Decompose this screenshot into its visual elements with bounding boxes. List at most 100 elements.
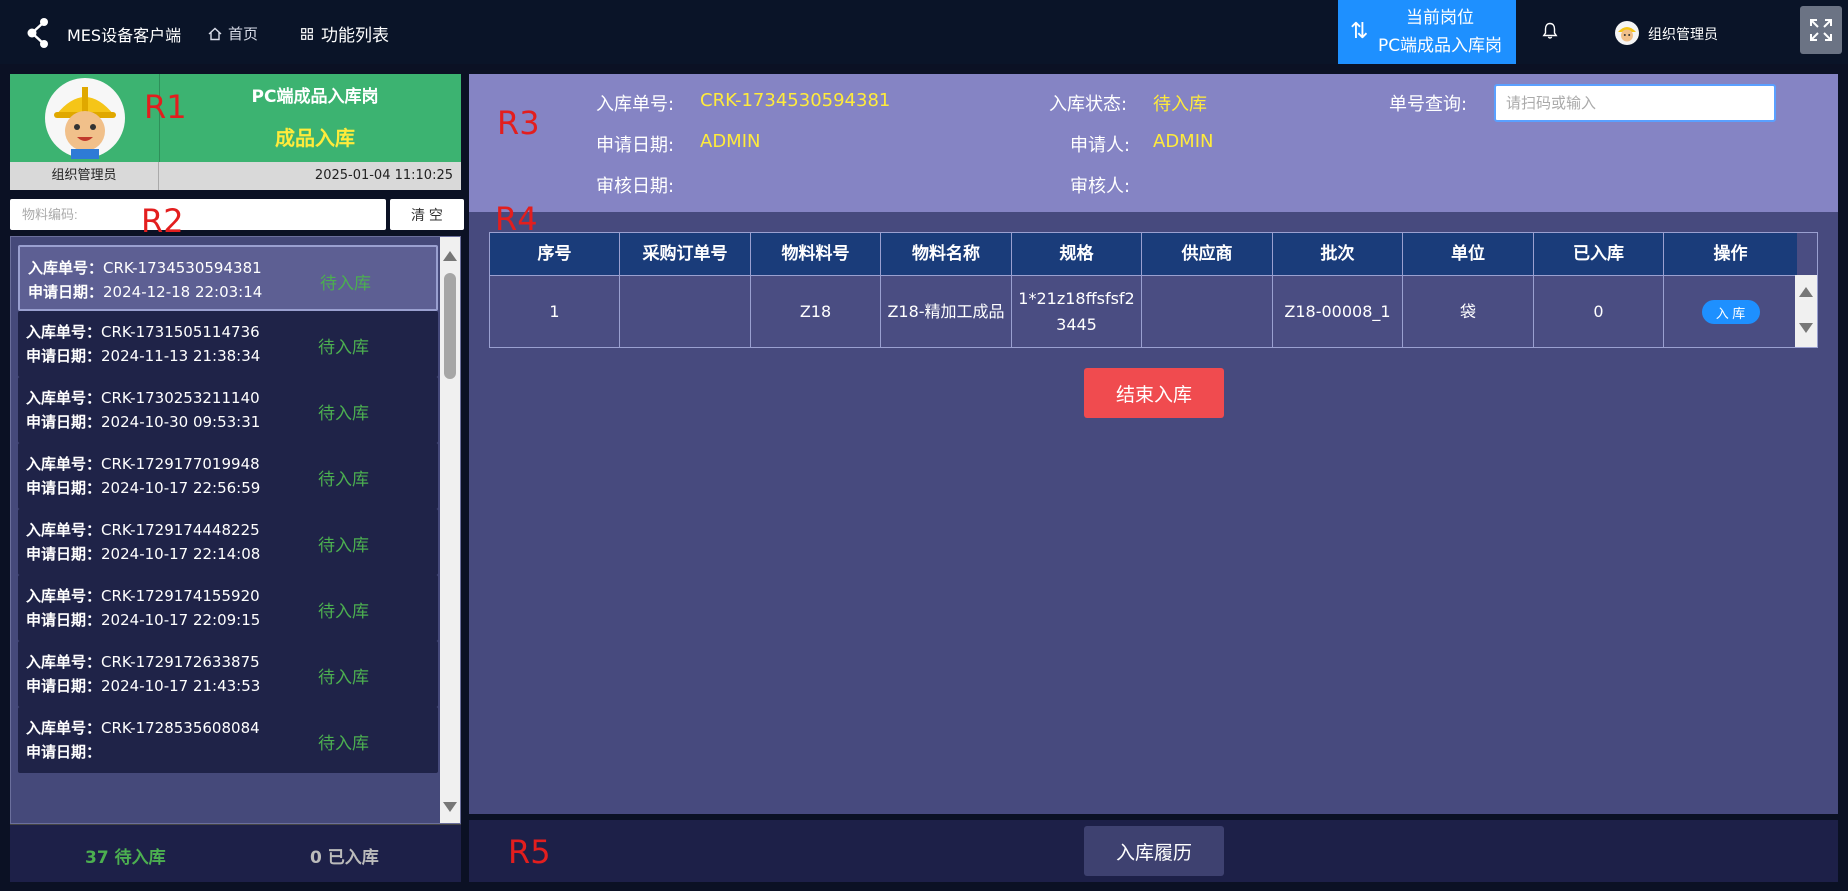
fullscreen-button[interactable]: [1800, 6, 1842, 54]
current-post-name: PC端成品入库岗: [1377, 36, 1503, 56]
detail-panel: 序号 采购订单号 物料料号 物料名称 规格 供应商 批次 单位 已入库 操作 1…: [469, 212, 1838, 814]
list-item[interactable]: 入库单号：CRK-1734530594381 申请日期：2024-12-18 2…: [18, 245, 438, 311]
nav-home[interactable]: 首页: [208, 23, 258, 44]
col-header: 序号: [490, 233, 620, 275]
list-item[interactable]: 入库单号：CRK-1729174155920 申请日期：2024-10-17 2…: [18, 575, 438, 641]
scroll-up-icon[interactable]: [1799, 287, 1813, 297]
app-name: MES设备客户端: [67, 26, 182, 45]
nav-function-list[interactable]: 功能列表: [301, 21, 389, 46]
inbound-button[interactable]: 入 库: [1701, 300, 1760, 324]
scroll-up-icon[interactable]: [443, 251, 457, 261]
material-code-input[interactable]: [10, 199, 386, 230]
user-role: 组织管理员: [10, 162, 159, 190]
page-title: 成品入库: [275, 126, 355, 150]
cell-index: 1: [490, 276, 620, 348]
status-badge: 待入库: [318, 602, 369, 622]
col-header: 采购订单号: [620, 233, 751, 275]
current-datetime: 2025-01-04 11:10:25: [314, 168, 453, 183]
order-no-label: 入库单号:: [596, 94, 675, 115]
home-icon: [208, 27, 222, 40]
user-avatar[interactable]: [1615, 21, 1639, 45]
bottom-bar: 入库履历: [469, 820, 1838, 882]
order-no-value: CRK-1734530594381: [700, 90, 891, 111]
status-label: 入库状态:: [1049, 94, 1128, 115]
apply-date-value: ADMIN: [700, 131, 761, 152]
end-inbound-button[interactable]: 结束入库: [1084, 368, 1224, 418]
current-post-text: 当前岗位 PC端成品入库岗: [1370, 4, 1510, 60]
head-footer: 组织管理员 2025-01-04 11:10:25: [10, 162, 461, 190]
list-summary: 37 待入库 0 已入库: [10, 824, 461, 882]
status-badge: 待入库: [318, 734, 369, 754]
status-badge: 待入库: [320, 274, 371, 294]
col-header: 物料名称: [881, 233, 1012, 275]
cell-batch: Z18-00008_1: [1273, 276, 1403, 348]
inbound-order-list[interactable]: 入库单号：CRK-1734530594381 申请日期：2024-12-18 2…: [10, 236, 461, 824]
swap-icon: ⇅: [1350, 19, 1369, 44]
nav-home-label: 首页: [228, 25, 259, 43]
col-header: 物料料号: [751, 233, 881, 275]
order-query-input[interactable]: [1494, 84, 1776, 122]
applicant-label: 申请人:: [1070, 135, 1131, 156]
list-item[interactable]: 入库单号：CRK-1729177019948 申请日期：2024-10-17 2…: [18, 443, 438, 509]
status-badge: 待入库: [318, 470, 369, 490]
nav-function-list-label: 功能列表: [321, 26, 389, 46]
scroll-thumb[interactable]: [444, 273, 456, 379]
list-item[interactable]: 入库单号：CRK-1728535608084 申请日期： 待入库: [18, 707, 438, 773]
cell-material-code: Z18: [751, 276, 881, 348]
scroll-down-icon[interactable]: [443, 802, 457, 812]
list-scrollbar[interactable]: [440, 237, 460, 823]
col-header: 操作: [1713, 244, 1748, 264]
share-logo-icon: [27, 18, 48, 48]
current-post-switcher[interactable]: ⇅ 当前岗位 PC端成品入库岗: [1338, 0, 1516, 64]
cell-spec: 1*21z18ffsfsf23445: [1012, 276, 1142, 348]
status-badge: 待入库: [318, 668, 369, 688]
list-item[interactable]: 入库单号：CRK-1731505114736 申请日期：2024-11-13 2…: [18, 311, 438, 377]
detail-table: 序号 采购订单号 物料料号 物料名称 规格 供应商 批次 单位 已入库 操作 1…: [489, 232, 1818, 348]
status-badge: 待入库: [318, 536, 369, 556]
top-bar: MES设备客户端 首页 功能列表 ⇅ 当前岗位 PC端成品入库岗 组织管理员: [0, 0, 1848, 64]
fullscreen-icon: [1810, 19, 1832, 41]
region-label-r4: R4: [495, 200, 538, 238]
cell-supplier: [1142, 276, 1273, 348]
reviewer-label: 审核人:: [1070, 176, 1131, 197]
col-header: 供应商: [1142, 233, 1273, 275]
current-post-label: 当前岗位: [1406, 8, 1474, 28]
region-label-r2: R2: [141, 202, 184, 240]
cell-material-name: Z18-精加工成品: [881, 276, 1012, 348]
post-title: PC端成品入库岗: [251, 87, 379, 107]
cell-stocked: 0: [1534, 276, 1664, 348]
review-date-label: 审核日期:: [596, 176, 675, 197]
scroll-down-icon[interactable]: [1799, 323, 1813, 333]
inbound-history-button[interactable]: 入库履历: [1084, 826, 1224, 876]
list-item[interactable]: 入库单号：CRK-1729172633875 申请日期：2024-10-17 2…: [18, 641, 438, 707]
status-value: 待入库: [1153, 94, 1207, 115]
region-label-r3: R3: [497, 104, 540, 142]
cell-po: [620, 276, 751, 348]
applicant-value: ADMIN: [1153, 131, 1214, 152]
status-badge: 待入库: [318, 338, 369, 358]
apply-date-label: 申请日期:: [596, 135, 675, 156]
list-item[interactable]: 入库单号：CRK-1730253211140 申请日期：2024-10-30 0…: [18, 377, 438, 443]
clear-button[interactable]: 清 空: [390, 199, 464, 230]
region-label-r5: R5: [508, 833, 551, 871]
user-name[interactable]: 组织管理员: [1648, 24, 1718, 44]
region-label-r1: R1: [144, 88, 187, 126]
table-row: 1 Z18 Z18-精加工成品 1*21z18ffsfsf23445 Z18-0…: [490, 275, 1797, 348]
col-header: 单位: [1403, 233, 1534, 275]
bell-icon[interactable]: [1542, 22, 1558, 40]
col-header: 批次: [1273, 233, 1403, 275]
table-header: 序号 采购订单号 物料料号 物料名称 规格 供应商 批次 单位 已入库 操作: [490, 233, 1797, 275]
list-item[interactable]: 入库单号：CRK-1729174448225 申请日期：2024-10-17 2…: [18, 509, 438, 575]
cell-action: 入 库: [1664, 276, 1797, 348]
pending-count: 37 待入库: [85, 848, 166, 868]
done-count: 0 已入库: [310, 848, 379, 868]
worker-avatar: [45, 78, 125, 159]
cell-unit: 袋: [1403, 276, 1534, 348]
status-badge: 待入库: [318, 404, 369, 424]
order-info-panel: 入库单号: CRK-1734530594381 入库状态: 待入库 单号查询: …: [469, 74, 1838, 212]
grid-icon: [301, 27, 313, 40]
table-scrollbar[interactable]: [1795, 275, 1817, 347]
post-info-card: PC端成品入库岗 成品入库 组织管理员 2025-01-04 11:10:25: [10, 74, 461, 190]
col-header: 已入库: [1534, 233, 1664, 275]
query-label: 单号查询:: [1389, 94, 1468, 115]
